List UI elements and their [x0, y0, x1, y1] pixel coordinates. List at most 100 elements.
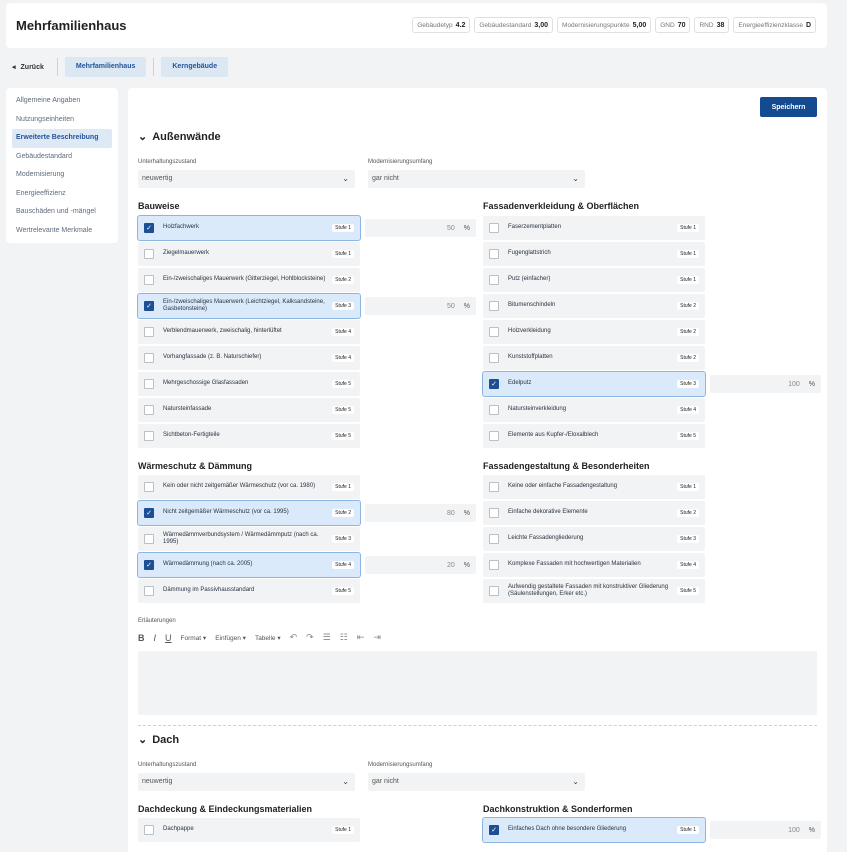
percent-input[interactable]: 100%	[710, 821, 821, 839]
sidebar-item-erweiterte-beschreibung[interactable]: Erweiterte Beschreibung	[12, 129, 112, 148]
sidebar-item-energieeffizienz[interactable]: Energieeffizienz	[12, 185, 112, 204]
outdent-icon[interactable]: ⇤	[357, 632, 365, 643]
option-row[interactable]: Faserzementplatten Stufe 1	[483, 216, 705, 240]
option-row[interactable]: ✓ Wärmedämmung (nach ca. 2005) Stufe 4	[137, 552, 361, 578]
checkbox[interactable]	[489, 560, 499, 570]
underline-icon[interactable]: U	[165, 633, 172, 643]
checkbox[interactable]	[489, 482, 499, 492]
option-row[interactable]: Ein-/zweischaliges Mauerwerk (Gitterzieg…	[138, 268, 360, 292]
percent-input[interactable]: 20%	[365, 556, 476, 574]
checkbox[interactable]	[144, 379, 154, 389]
checkbox[interactable]	[489, 431, 499, 441]
sidebar-item-gebaeudestandard[interactable]: Gebäudestandard	[12, 148, 112, 167]
option-row[interactable]: Leichte Fassadengliederung Stufe 3	[483, 527, 705, 551]
option-row[interactable]: Holzverkleidung Stufe 2	[483, 320, 705, 344]
checkbox[interactable]	[489, 586, 499, 596]
option-row[interactable]: Dämmung im Passivhausstandard Stufe 5	[138, 579, 360, 603]
checkbox[interactable]	[144, 275, 154, 285]
undo-icon[interactable]: ↶	[290, 632, 298, 643]
percent-input[interactable]: 50%	[365, 297, 476, 315]
option-label: Fugenglattstrich	[508, 250, 551, 257]
stufe-badge: Stufe 1	[677, 826, 699, 834]
option-row[interactable]: Dachpappe Stufe 1	[138, 818, 360, 842]
bullet-list-icon[interactable]: ☰	[323, 632, 331, 643]
option-row[interactable]: Fugenglattstrich Stufe 1	[483, 242, 705, 266]
checkbox[interactable]	[489, 508, 499, 518]
option-row[interactable]: Vorhangfassade (z. B. Naturschiefer) Stuf…	[138, 346, 360, 370]
checkbox[interactable]	[144, 431, 154, 441]
option-row[interactable]: Komplexe Fassaden mit hochwertigen Mater…	[483, 553, 705, 577]
dach-umfang-select[interactable]: gar nicht ⌄	[368, 773, 585, 791]
checkbox[interactable]	[489, 301, 499, 311]
checkbox[interactable]: ✓	[144, 508, 154, 518]
option-row[interactable]: Natursteinverkleidung Stufe 4	[483, 398, 705, 422]
format-menu[interactable]: Format ▾	[181, 634, 207, 642]
option-row[interactable]: Wärmedämmverbundsystem / Wärmedämmputz (…	[138, 527, 360, 551]
sidebar-item-modernisierung[interactable]: Modernisierung	[12, 166, 112, 185]
group-title-dachkonstruktion: Dachkonstruktion & Sonderformen	[483, 804, 633, 814]
percent-input[interactable]: 100%	[710, 375, 821, 393]
checkbox[interactable]	[489, 405, 499, 415]
option-row[interactable]: Mehrgeschossige Glasfassaden Stufe 5	[138, 372, 360, 396]
option-row[interactable]: Kein oder nicht zeitgemäßer Wärmeschutz …	[138, 475, 360, 499]
checkbox[interactable]: ✓	[144, 560, 154, 570]
sidebar-item-bauschaeden[interactable]: Bauschäden und -mängel	[12, 203, 112, 222]
option-row[interactable]: Kunststoffplatten Stufe 2	[483, 346, 705, 370]
checkbox[interactable]	[144, 586, 154, 596]
checkbox[interactable]	[144, 327, 154, 337]
checkbox[interactable]	[144, 534, 154, 544]
section-dach[interactable]: ⌄ Dach	[138, 733, 179, 747]
option-row[interactable]: Aufwendig gestaltete Fassaden mit konstr…	[483, 579, 705, 603]
checkbox[interactable]: ✓	[144, 223, 154, 233]
option-row[interactable]: Bitumenschindeln Stufe 2	[483, 294, 705, 318]
option-row[interactable]: Ziegelmauerwerk Stufe 1	[138, 242, 360, 266]
option-row[interactable]: Elemente aus Kupfer-/Eloxalblech Stufe 5	[483, 424, 705, 448]
option-row[interactable]: Verblendmauerwerk, zweischalig, hinterlü…	[138, 320, 360, 344]
sidebar-item-allgemeine-angaben[interactable]: Allgemeine Angaben	[12, 92, 112, 111]
checkbox[interactable]: ✓	[489, 825, 499, 835]
checkbox[interactable]	[144, 825, 154, 835]
crumb-kerngebaeude[interactable]: Kerngebäude	[161, 57, 229, 77]
option-row[interactable]: ✓ Holzfachwerk Stufe 1	[137, 215, 361, 241]
numbered-list-icon[interactable]: ☷	[340, 632, 348, 643]
italic-icon[interactable]: I	[154, 633, 157, 643]
checkbox[interactable]	[489, 327, 499, 337]
option-row[interactable]: ✓ Einfaches Dach ohne besondere Gliederun…	[482, 817, 706, 843]
checkbox[interactable]: ✓	[489, 379, 499, 389]
section-aussenwaende[interactable]: ⌄ Außenwände	[138, 130, 221, 144]
option-row[interactable]: Putz (einfacher) Stufe 1	[483, 268, 705, 292]
crumb-mehrfamilienhaus[interactable]: Mehrfamilienhaus	[64, 57, 147, 77]
indent-icon[interactable]: ⇥	[373, 632, 381, 643]
checkbox[interactable]	[144, 482, 154, 492]
checkbox[interactable]	[489, 223, 499, 233]
percent-input[interactable]: 80%	[365, 504, 476, 522]
back-button[interactable]: ◂ Zurück	[6, 63, 50, 72]
checkbox[interactable]	[489, 275, 499, 285]
checkbox[interactable]	[144, 353, 154, 363]
save-button[interactable]: Speichern	[760, 97, 817, 117]
checkbox[interactable]	[144, 405, 154, 415]
sidebar-item-nutzungseinheiten[interactable]: Nutzungseinheiten	[12, 111, 112, 130]
redo-icon[interactable]: ↷	[306, 632, 314, 643]
checkbox[interactable]	[489, 534, 499, 544]
option-row[interactable]: Keine oder einfache Fassadengestaltung St…	[483, 475, 705, 499]
option-row[interactable]: Natursteinfassade Stufe 5	[138, 398, 360, 422]
checkbox[interactable]	[489, 249, 499, 259]
option-row[interactable]: Sichtbeton-Fertigteile Stufe 5	[138, 424, 360, 448]
option-row[interactable]: ✓ Edelputz Stufe 3	[482, 371, 706, 397]
editor-area[interactable]	[138, 651, 817, 715]
umfang-select[interactable]: gar nicht ⌄	[368, 170, 585, 188]
option-row[interactable]: ✓ Nicht zeitgemäßer Wärmeschutz (vor ca. …	[137, 500, 361, 526]
dach-zustand-select[interactable]: neuwertig ⌄	[138, 773, 355, 791]
option-row[interactable]: Einfache dekorative Elemente Stufe 2	[483, 501, 705, 525]
bold-icon[interactable]: B	[138, 633, 145, 643]
checkbox[interactable]	[489, 353, 499, 363]
checkbox[interactable]: ✓	[144, 301, 154, 311]
tabelle-menu[interactable]: Tabelle ▾	[255, 634, 281, 642]
option-row[interactable]: ✓ Ein-/zweischaliges Mauerwerk (Leichtzie…	[137, 293, 361, 319]
checkbox[interactable]	[144, 249, 154, 259]
zustand-select[interactable]: neuwertig ⌄	[138, 170, 355, 188]
einfuegen-menu[interactable]: Einfügen ▾	[215, 634, 246, 642]
sidebar-item-wertrelevante-merkmale[interactable]: Wertrelevante Merkmale	[12, 222, 112, 241]
percent-input[interactable]: 50%	[365, 219, 476, 237]
